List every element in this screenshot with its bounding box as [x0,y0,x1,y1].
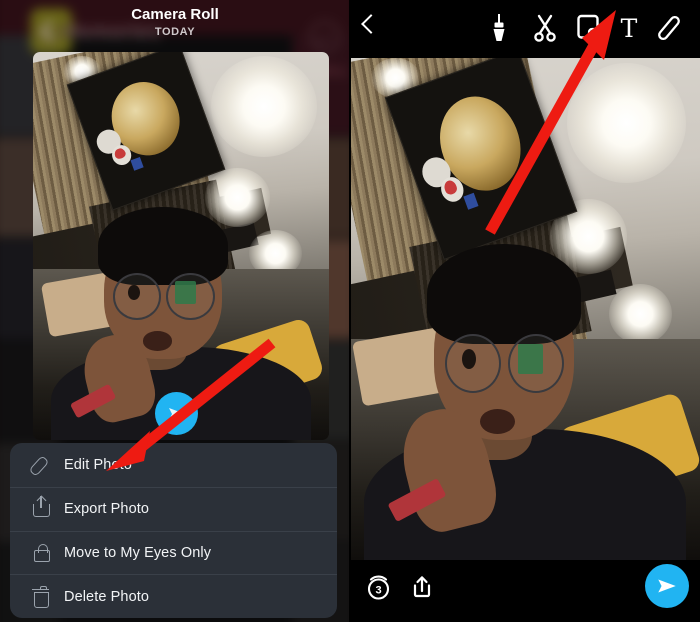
lock-icon [28,540,54,566]
send-arrow-icon [168,407,185,420]
toolbar-background [350,0,700,58]
pencil-icon[interactable] [651,10,687,46]
timer-value: 3 [375,585,381,597]
send-button[interactable] [645,564,689,608]
photo-hair [427,243,581,345]
menu-item-label: Move to My Eyes Only [64,544,212,561]
screenshot-root: Memories ROLL Camera Roll TODAY [0,0,700,622]
menu-item-edit-photo[interactable]: Edit Photo [10,443,337,487]
photo-lamp [204,168,270,227]
page-subtitle: TODAY [154,26,196,38]
photo-preview[interactable] [33,52,329,440]
editor-bottom-toolbar: 3 [350,560,700,622]
snap-editor-photo[interactable] [350,58,700,560]
paintbrush-icon[interactable] [481,10,517,46]
photo-lamp [210,55,318,157]
pencil-icon [28,452,54,478]
send-button[interactable] [155,392,198,435]
photo-hair [98,207,229,285]
menu-item-delete-photo[interactable]: Delete Photo [10,574,337,618]
menu-item-label: Edit Photo [64,456,132,473]
page-title: Camera Roll [131,6,219,23]
svg-text:T: T [621,14,638,43]
photo-eye [127,284,140,301]
share-upload-icon [28,496,54,522]
scissors-icon[interactable] [527,10,563,46]
photo-blue-badge [463,193,479,210]
panel-divider [349,0,351,622]
editor-top-toolbar: T [350,0,700,58]
export-icon[interactable] [408,573,436,601]
menu-item-label: Delete Photo [64,588,150,605]
menu-item-export-photo[interactable]: Export Photo [10,486,337,531]
send-arrow-icon [658,579,676,593]
photo-lens-reflection [175,280,196,305]
photo-mouth [479,409,515,435]
timer-icon[interactable]: 3 [365,574,392,601]
photo-context-menu: Edit Photo Export Photo Move to My Eyes … [10,443,337,618]
menu-item-label: Export Photo [64,501,150,518]
photo-lamp [609,283,672,345]
sticker-icon[interactable] [570,10,606,46]
photo-lamp [567,63,686,184]
photo-blue-badge [130,157,144,171]
text-icon[interactable]: T [611,10,647,46]
trash-icon [28,584,54,610]
left-panel-memories: Memories ROLL Camera Roll TODAY [0,0,350,622]
photo-mouth [142,331,173,351]
menu-item-my-eyes-only[interactable]: Move to My Eyes Only [10,530,337,575]
photo-lens-reflection [518,344,543,375]
